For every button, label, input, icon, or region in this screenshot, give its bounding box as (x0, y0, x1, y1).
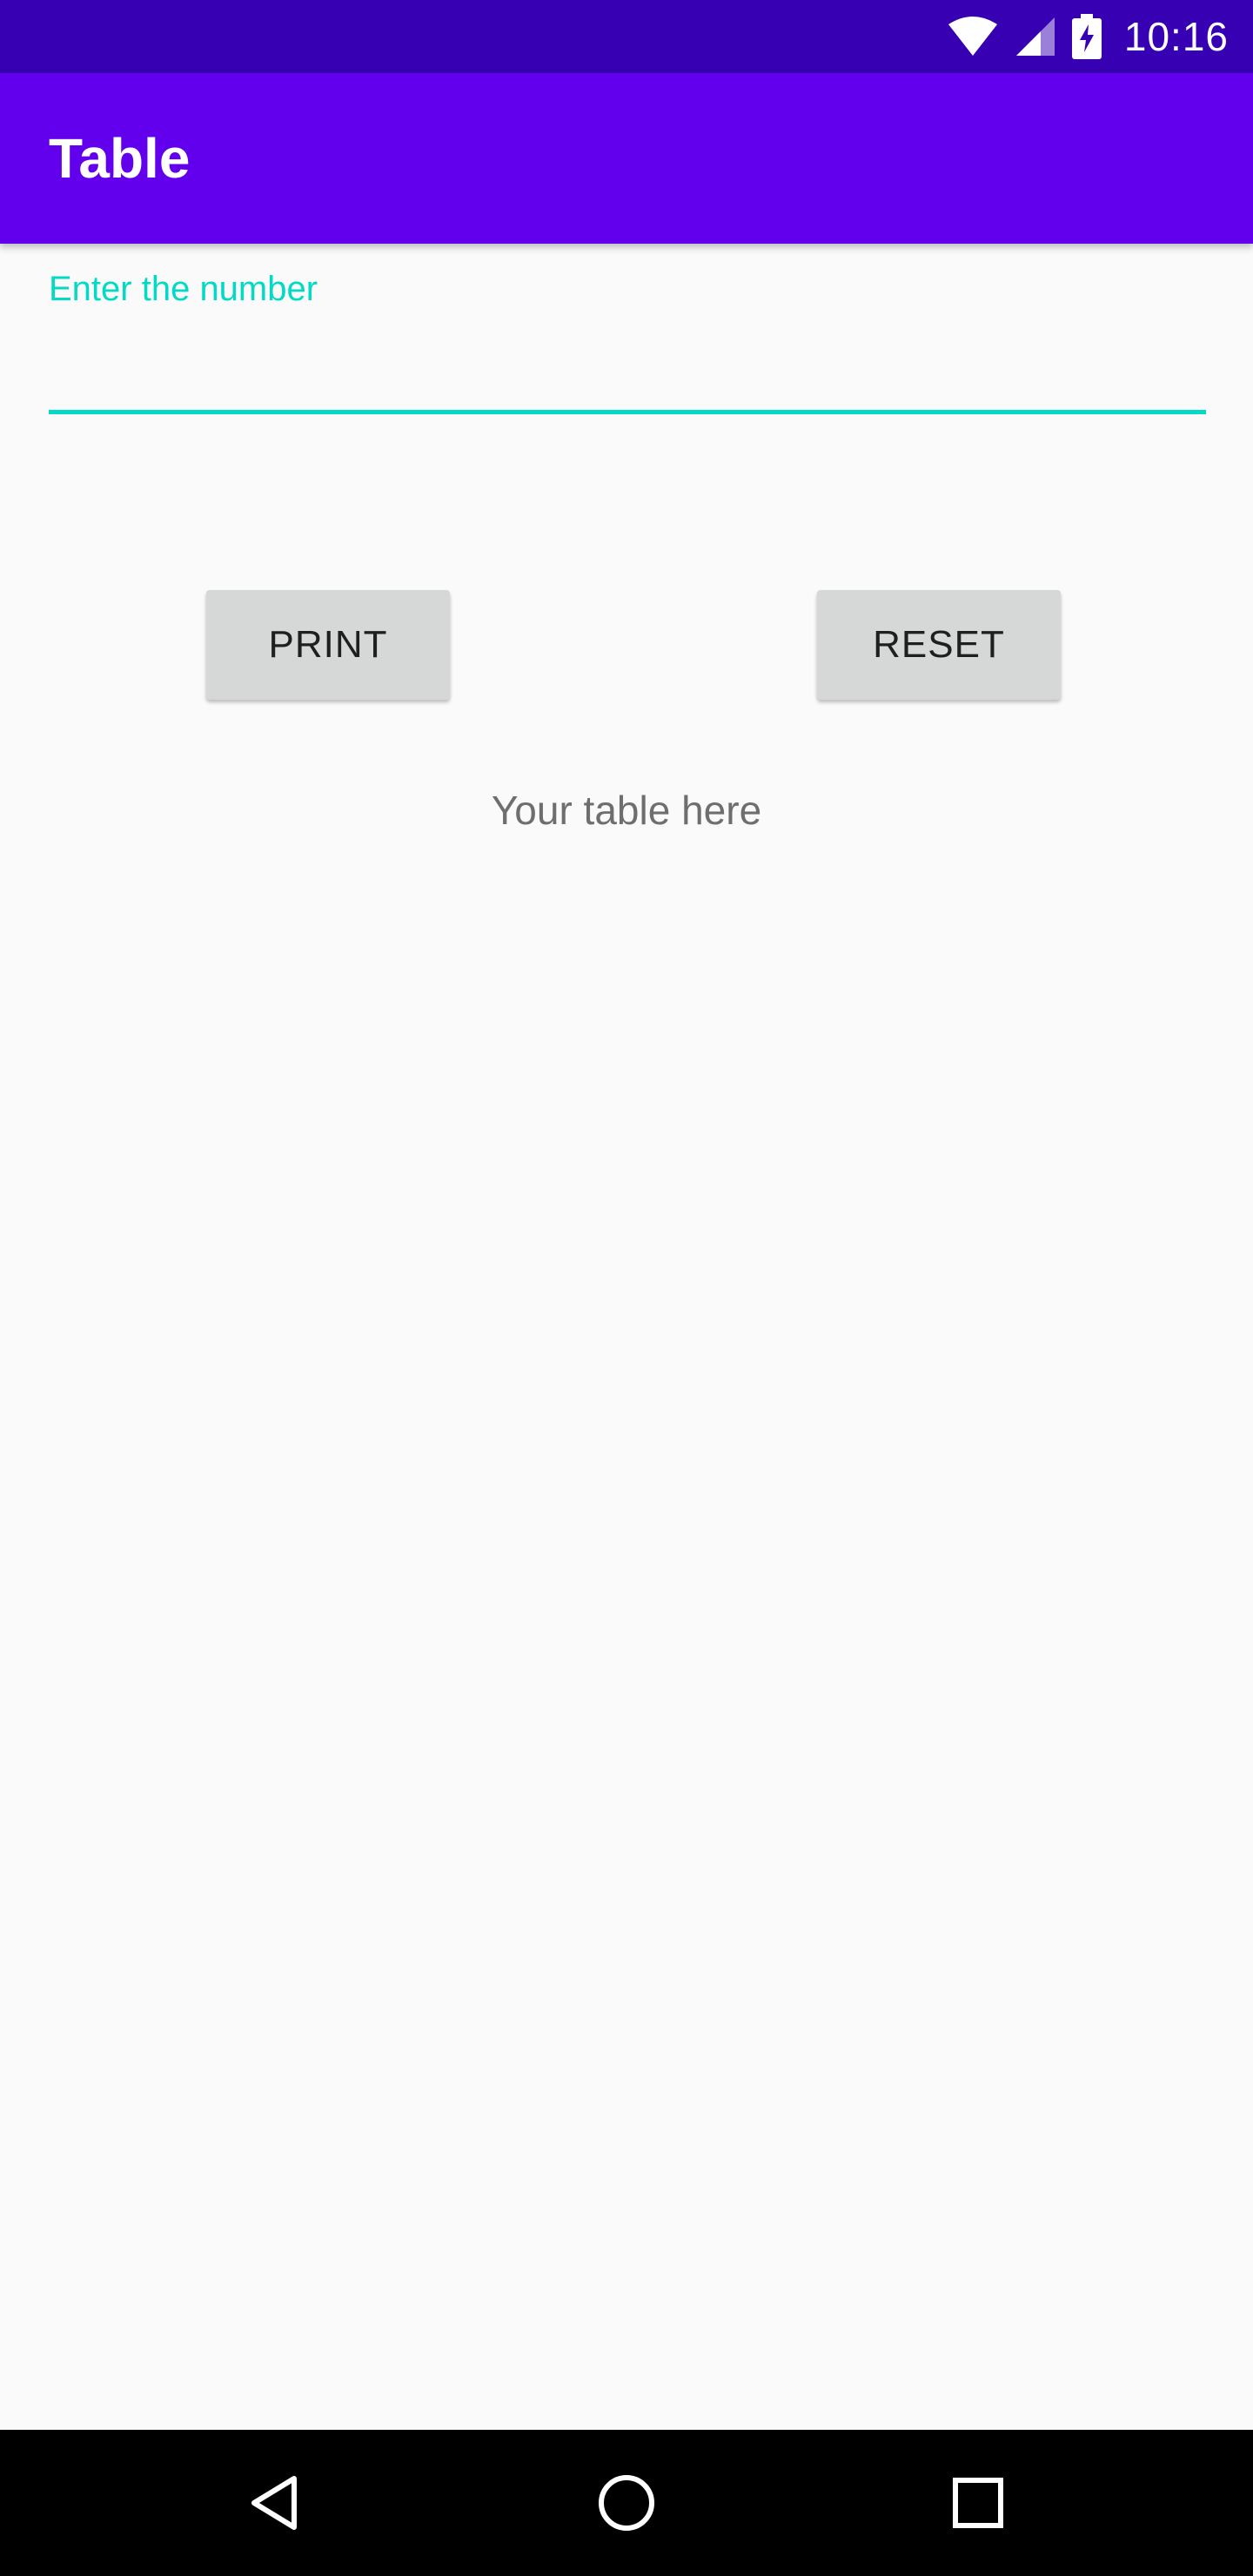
wifi-icon (947, 16, 999, 57)
battery-charging-icon (1071, 14, 1102, 59)
cell-signal-icon (1015, 16, 1056, 57)
number-input-label: Enter the number (49, 270, 318, 308)
number-input-container: Enter the number (49, 261, 1206, 426)
reset-button[interactable]: RESET (817, 590, 1061, 700)
home-icon[interactable] (574, 2430, 679, 2576)
table-output-text: Your table here (491, 788, 762, 833)
status-time: 10:16 (1123, 14, 1229, 59)
back-icon[interactable] (223, 2430, 327, 2576)
print-button[interactable]: PRINT (206, 590, 450, 700)
number-input[interactable] (49, 331, 1206, 414)
status-icons: 10:16 (947, 0, 1229, 73)
recents-icon[interactable] (926, 2430, 1030, 2576)
app-bar: Table (0, 73, 1253, 244)
status-bar: 10:16 (0, 0, 1253, 73)
navigation-bar (0, 2430, 1253, 2576)
page-title: Table (49, 127, 191, 190)
